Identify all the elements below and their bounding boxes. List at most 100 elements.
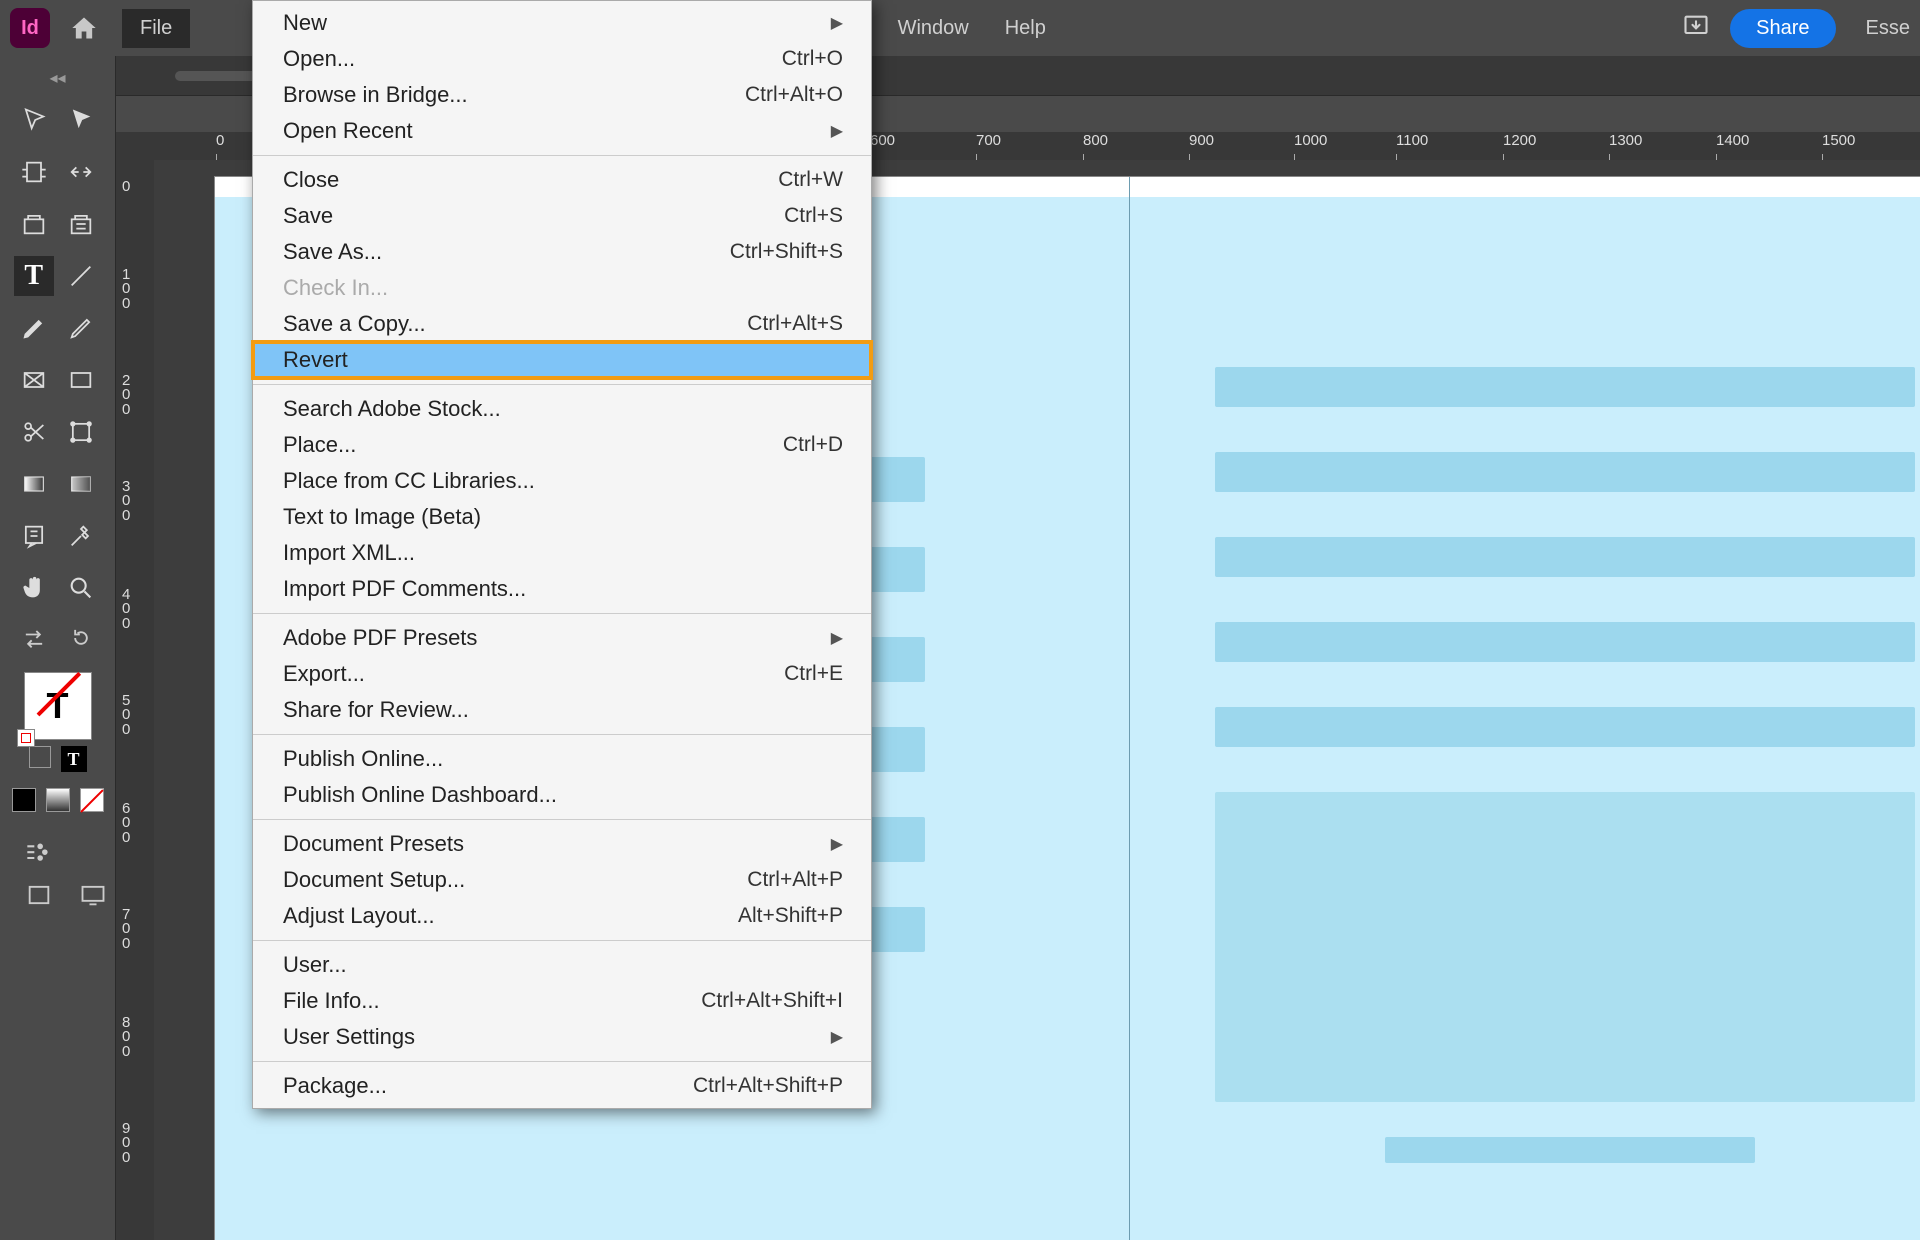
menu-item-user-settings[interactable]: User Settings▶: [253, 1019, 871, 1055]
menu-item-publish-online[interactable]: Publish Online...: [253, 741, 871, 777]
text-frame[interactable]: [1215, 537, 1915, 577]
menu-items: File: [122, 9, 190, 48]
collapse-toggle[interactable]: ◂◂: [0, 66, 115, 94]
menu-item-search-adobe-stock[interactable]: Search Adobe Stock...: [253, 391, 871, 427]
formatting-container-icon[interactable]: [29, 746, 51, 768]
view-mode-icon[interactable]: [24, 882, 54, 908]
menu-item-label: Close: [283, 167, 339, 193]
apply-none-icon[interactable]: [80, 788, 104, 812]
menu-item-save-a-copy[interactable]: Save a Copy...Ctrl+Alt+S: [253, 306, 871, 342]
home-icon[interactable]: [66, 10, 102, 46]
vertical-ruler[interactable]: 0 1 0 0 2 0 0 3 0 0 4 0 0 5 0 0 6 0 0 7 …: [116, 132, 154, 1240]
rectangle-tool-icon[interactable]: [61, 360, 101, 400]
text-frame[interactable]: [1215, 622, 1915, 662]
menu-item-label: Save As...: [283, 239, 382, 265]
menu-item-place[interactable]: Place...Ctrl+D: [253, 427, 871, 463]
menu-item-adjust-layout[interactable]: Adjust Layout...Alt+Shift+P: [253, 898, 871, 934]
menu-item-close[interactable]: CloseCtrl+W: [253, 162, 871, 198]
menu-item-shortcut: Ctrl+D: [783, 433, 843, 457]
formatting-text-icon[interactable]: T: [61, 746, 87, 772]
ruler-tick: 900: [1189, 132, 1214, 149]
hand-tool-icon[interactable]: [14, 568, 54, 608]
menu-item-shortcut: Ctrl+S: [784, 204, 843, 228]
menu-item-package[interactable]: Package...Ctrl+Alt+Shift+P: [253, 1068, 871, 1104]
menu-item-label: Search Adobe Stock...: [283, 396, 501, 422]
menu-item-label: Browse in Bridge...: [283, 82, 468, 108]
line-tool-icon[interactable]: [61, 256, 101, 296]
menu-item-save[interactable]: SaveCtrl+S: [253, 198, 871, 234]
text-frame[interactable]: [1215, 707, 1915, 747]
menu-item-file-info[interactable]: File Info...Ctrl+Alt+Shift+I: [253, 983, 871, 1019]
menu-item-import-xml[interactable]: Import XML...: [253, 535, 871, 571]
menu-window[interactable]: Window: [880, 9, 987, 48]
screen-mode-icon[interactable]: [78, 882, 108, 908]
menu-item-text-to-image-beta[interactable]: Text to Image (Beta): [253, 499, 871, 535]
image-frame[interactable]: [1215, 792, 1915, 1102]
menu-item-share-for-review[interactable]: Share for Review...: [253, 692, 871, 728]
apply-color-icon[interactable]: [12, 788, 36, 812]
menu-item-open-recent[interactable]: Open Recent▶: [253, 113, 871, 149]
menu-item-label: Adobe PDF Presets: [283, 625, 477, 651]
menu-item-check-in: Check In...: [253, 270, 871, 306]
note-tool-icon[interactable]: [14, 516, 54, 556]
fill-stroke-indicator[interactable]: T: [0, 664, 115, 740]
scissors-tool-icon[interactable]: [14, 412, 54, 452]
screen-share-icon[interactable]: [1682, 12, 1710, 45]
menu-item-export[interactable]: Export...Ctrl+E: [253, 656, 871, 692]
options-icon[interactable]: [24, 838, 54, 864]
content-collector-tool-icon[interactable]: [14, 204, 54, 244]
menu-item-adobe-pdf-presets[interactable]: Adobe PDF Presets▶: [253, 620, 871, 656]
eyedropper-tool-icon[interactable]: [61, 516, 101, 556]
menu-item-label: New: [283, 10, 327, 36]
menu-separator: [253, 384, 871, 385]
app-id-label: Id: [21, 17, 39, 40]
menu-item-shortcut: Ctrl+Alt+O: [745, 83, 843, 107]
menu-item-import-pdf-comments[interactable]: Import PDF Comments...: [253, 571, 871, 607]
share-button[interactable]: Share: [1730, 9, 1835, 48]
menu-item-place-from-cc-libraries[interactable]: Place from CC Libraries...: [253, 463, 871, 499]
gradient-swatch-tool-icon[interactable]: [14, 464, 54, 504]
menu-item-publish-online-dashboard[interactable]: Publish Online Dashboard...: [253, 777, 871, 813]
text-frame[interactable]: [1215, 367, 1915, 407]
pencil-tool-icon[interactable]: [61, 308, 101, 348]
menu-item-shortcut: Ctrl+Shift+S: [730, 240, 843, 264]
rotate-back-icon[interactable]: [64, 618, 98, 658]
gap-tool-icon[interactable]: [61, 152, 101, 192]
text-frame[interactable]: [1215, 452, 1915, 492]
menu-item-document-setup[interactable]: Document Setup...Ctrl+Alt+P: [253, 862, 871, 898]
menu-item-user[interactable]: User...: [253, 947, 871, 983]
menu-item-open[interactable]: Open...Ctrl+O: [253, 41, 871, 77]
rectangle-frame-tool-icon[interactable]: [14, 360, 54, 400]
ruler-vtick: 3 0 0: [122, 480, 130, 523]
selection-tool-icon[interactable]: [14, 100, 54, 140]
menu-item-label: Place from CC Libraries...: [283, 468, 535, 494]
app-icon: Id: [10, 8, 50, 48]
direct-selection-tool-icon[interactable]: [61, 100, 101, 140]
menu-item-label: Export...: [283, 661, 365, 687]
pen-tool-icon[interactable]: [14, 308, 54, 348]
type-tool-icon[interactable]: T: [14, 256, 54, 296]
menu-item-label: Publish Online...: [283, 746, 443, 772]
menu-item-browse-in-bridge[interactable]: Browse in Bridge... Ctrl+Alt+O: [253, 77, 871, 113]
menu-item-save-as[interactable]: Save As... Ctrl+Shift+S: [253, 234, 871, 270]
menu-item-label: Revert: [283, 347, 348, 373]
free-transform-tool-icon[interactable]: [61, 412, 101, 452]
menu-file[interactable]: File: [122, 9, 190, 48]
content-placer-tool-icon[interactable]: [61, 204, 101, 244]
menu-item-document-presets[interactable]: Document Presets▶: [253, 826, 871, 862]
menu-separator: [253, 613, 871, 614]
swap-arrows-icon[interactable]: [17, 618, 51, 658]
ruler-vtick: 0: [122, 180, 130, 194]
menu-help[interactable]: Help: [987, 9, 1064, 48]
menu-item-new[interactable]: New▶: [253, 5, 871, 41]
menu-item-label: Open...: [283, 46, 355, 72]
gradient-feather-tool-icon[interactable]: [61, 464, 101, 504]
text-frame[interactable]: [1385, 1137, 1755, 1163]
ruler-tick: 1500: [1822, 132, 1855, 149]
menu-item-label: Document Setup...: [283, 867, 465, 893]
workspace-switcher[interactable]: Esse: [1866, 17, 1910, 40]
zoom-tool-icon[interactable]: [61, 568, 101, 608]
apply-gradient-icon[interactable]: [46, 788, 70, 812]
page-tool-icon[interactable]: [14, 152, 54, 192]
menu-item-revert[interactable]: Revert: [253, 342, 871, 378]
